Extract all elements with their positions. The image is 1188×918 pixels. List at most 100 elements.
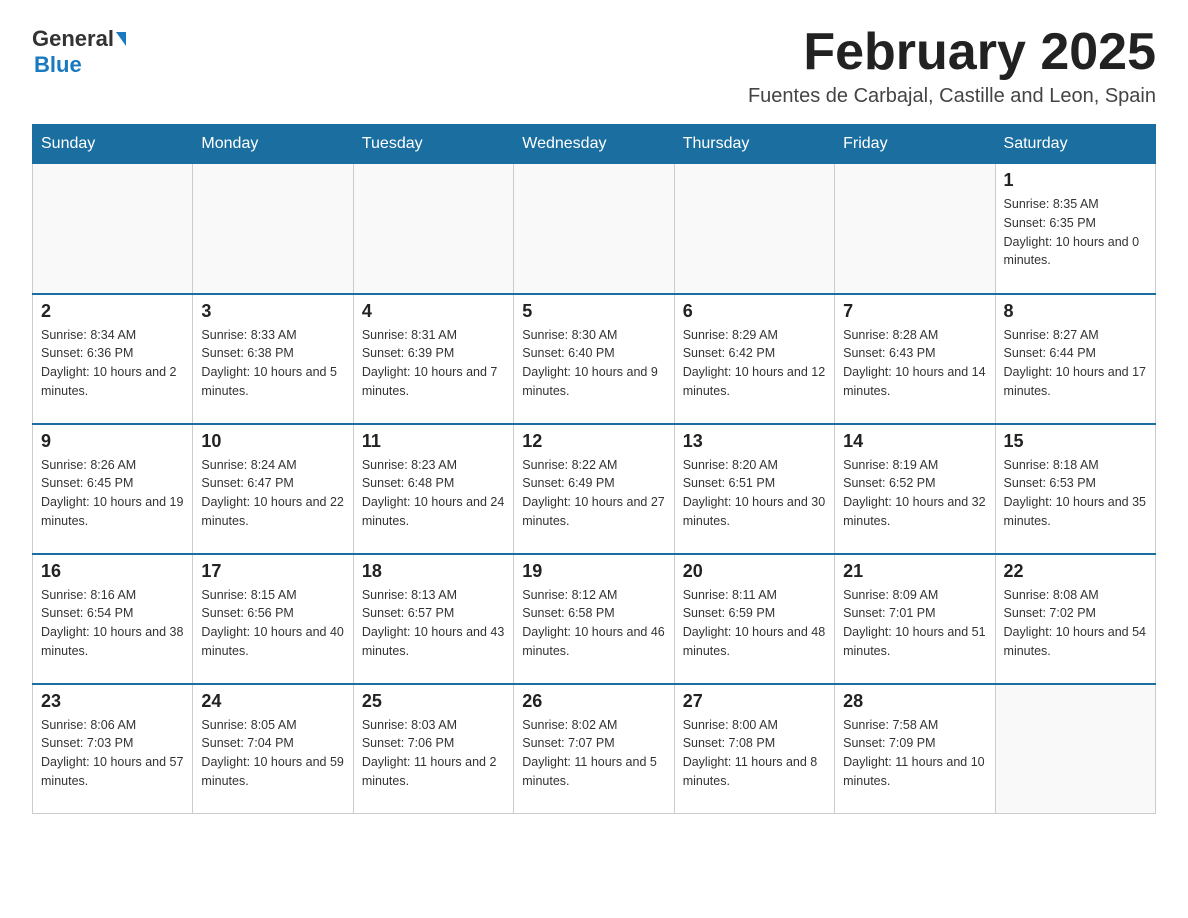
day-info: Sunrise: 8:16 AMSunset: 6:54 PMDaylight:… bbox=[41, 586, 184, 661]
day-info: Sunrise: 8:28 AMSunset: 6:43 PMDaylight:… bbox=[843, 326, 986, 401]
day-info: Sunrise: 7:58 AMSunset: 7:09 PMDaylight:… bbox=[843, 716, 986, 791]
column-header-tuesday: Tuesday bbox=[353, 125, 513, 164]
day-number: 8 bbox=[1004, 301, 1147, 322]
calendar-cell: 2 Sunrise: 8:34 AMSunset: 6:36 PMDaylight… bbox=[33, 294, 193, 424]
calendar-week-row: 9Sunrise: 8:26 AMSunset: 6:45 PMDaylight… bbox=[33, 424, 1156, 554]
day-info: Sunrise: 8:30 AMSunset: 6:40 PMDaylight:… bbox=[522, 326, 665, 401]
day-number: 16 bbox=[41, 561, 184, 582]
logo-arrow-icon bbox=[116, 32, 126, 46]
logo-blue: Blue bbox=[34, 52, 82, 78]
day-info: Sunrise: 8:12 AMSunset: 6:58 PMDaylight:… bbox=[522, 586, 665, 661]
day-info: Sunrise: 8:02 AMSunset: 7:07 PMDaylight:… bbox=[522, 716, 665, 791]
calendar-cell bbox=[514, 164, 674, 294]
day-info: Sunrise: 8:08 AMSunset: 7:02 PMDaylight:… bbox=[1004, 586, 1147, 661]
day-info: Sunrise: 8:11 AMSunset: 6:59 PMDaylight:… bbox=[683, 586, 826, 661]
location-title: Fuentes de Carbajal, Castille and Leon, … bbox=[748, 85, 1156, 108]
day-info: Sunrise: 8:22 AMSunset: 6:49 PMDaylight:… bbox=[522, 456, 665, 531]
day-number: 20 bbox=[683, 561, 826, 582]
calendar-cell: 7 Sunrise: 8:28 AMSunset: 6:43 PMDaylight… bbox=[835, 294, 995, 424]
column-header-sunday: Sunday bbox=[33, 125, 193, 164]
column-header-thursday: Thursday bbox=[674, 125, 834, 164]
day-info: Sunrise: 8:15 AMSunset: 6:56 PMDaylight:… bbox=[201, 586, 344, 661]
calendar-cell: 6Sunrise: 8:29 AMSunset: 6:42 PMDaylight… bbox=[674, 294, 834, 424]
calendar-cell: 27Sunrise: 8:00 AMSunset: 7:08 PMDayligh… bbox=[674, 684, 834, 814]
calendar-cell: 22Sunrise: 8:08 AMSunset: 7:02 PMDayligh… bbox=[995, 554, 1155, 684]
day-info: Sunrise: 8:31 AMSunset: 6:39 PMDaylight:… bbox=[362, 326, 505, 401]
calendar-cell: 26 Sunrise: 8:02 AMSunset: 7:07 PMDayligh… bbox=[514, 684, 674, 814]
calendar-cell: 21 Sunrise: 8:09 AMSunset: 7:01 PMDayligh… bbox=[835, 554, 995, 684]
day-info: Sunrise: 8:34 AMSunset: 6:36 PMDaylight:… bbox=[41, 326, 184, 401]
calendar-cell: 24Sunrise: 8:05 AMSunset: 7:04 PMDayligh… bbox=[193, 684, 353, 814]
day-number: 21 bbox=[843, 561, 986, 582]
day-number: 12 bbox=[522, 431, 665, 452]
column-header-saturday: Saturday bbox=[995, 125, 1155, 164]
day-number: 11 bbox=[362, 431, 505, 452]
calendar-cell: 9Sunrise: 8:26 AMSunset: 6:45 PMDaylight… bbox=[33, 424, 193, 554]
calendar-cell: 4 Sunrise: 8:31 AMSunset: 6:39 PMDaylight… bbox=[353, 294, 513, 424]
logo-general: General bbox=[32, 28, 114, 50]
calendar-cell: 20 Sunrise: 8:11 AMSunset: 6:59 PMDayligh… bbox=[674, 554, 834, 684]
day-info: Sunrise: 8:19 AMSunset: 6:52 PMDaylight:… bbox=[843, 456, 986, 531]
day-number: 2 bbox=[41, 301, 184, 322]
calendar-cell bbox=[835, 164, 995, 294]
calendar-cell bbox=[353, 164, 513, 294]
day-info: Sunrise: 8:35 AMSunset: 6:35 PMDaylight:… bbox=[1004, 195, 1147, 270]
calendar-week-row: 23 Sunrise: 8:06 AMSunset: 7:03 PMDayligh… bbox=[33, 684, 1156, 814]
calendar-cell: 3 Sunrise: 8:33 AMSunset: 6:38 PMDaylight… bbox=[193, 294, 353, 424]
day-number: 18 bbox=[362, 561, 505, 582]
calendar-cell: 17 Sunrise: 8:15 AMSunset: 6:56 PMDayligh… bbox=[193, 554, 353, 684]
column-header-monday: Monday bbox=[193, 125, 353, 164]
calendar-week-row: 1Sunrise: 8:35 AMSunset: 6:35 PMDaylight… bbox=[33, 164, 1156, 294]
day-info: Sunrise: 8:00 AMSunset: 7:08 PMDaylight:… bbox=[683, 716, 826, 791]
day-number: 23 bbox=[41, 691, 184, 712]
day-number: 3 bbox=[201, 301, 344, 322]
day-info: Sunrise: 8:06 AMSunset: 7:03 PMDaylight:… bbox=[41, 716, 184, 791]
calendar-week-row: 16 Sunrise: 8:16 AMSunset: 6:54 PMDayligh… bbox=[33, 554, 1156, 684]
calendar-header-row: SundayMondayTuesdayWednesdayThursdayFrid… bbox=[33, 125, 1156, 164]
day-info: Sunrise: 8:05 AMSunset: 7:04 PMDaylight:… bbox=[201, 716, 344, 791]
day-info: Sunrise: 8:33 AMSunset: 6:38 PMDaylight:… bbox=[201, 326, 344, 401]
day-info: Sunrise: 8:24 AMSunset: 6:47 PMDaylight:… bbox=[201, 456, 344, 531]
day-number: 13 bbox=[683, 431, 826, 452]
day-number: 19 bbox=[522, 561, 665, 582]
calendar-cell: 16 Sunrise: 8:16 AMSunset: 6:54 PMDayligh… bbox=[33, 554, 193, 684]
day-info: Sunrise: 8:18 AMSunset: 6:53 PMDaylight:… bbox=[1004, 456, 1147, 531]
logo: General Blue bbox=[32, 28, 126, 78]
day-info: Sunrise: 8:26 AMSunset: 6:45 PMDaylight:… bbox=[41, 456, 184, 531]
calendar-cell: 28 Sunrise: 7:58 AMSunset: 7:09 PMDayligh… bbox=[835, 684, 995, 814]
calendar-cell bbox=[674, 164, 834, 294]
calendar-cell: 11 Sunrise: 8:23 AMSunset: 6:48 PMDayligh… bbox=[353, 424, 513, 554]
column-header-wednesday: Wednesday bbox=[514, 125, 674, 164]
day-info: Sunrise: 8:09 AMSunset: 7:01 PMDaylight:… bbox=[843, 586, 986, 661]
day-number: 28 bbox=[843, 691, 986, 712]
calendar-cell: 10 Sunrise: 8:24 AMSunset: 6:47 PMDayligh… bbox=[193, 424, 353, 554]
day-number: 14 bbox=[843, 431, 986, 452]
calendar-cell: 25Sunrise: 8:03 AMSunset: 7:06 PMDayligh… bbox=[353, 684, 513, 814]
day-number: 15 bbox=[1004, 431, 1147, 452]
day-number: 7 bbox=[843, 301, 986, 322]
calendar-cell bbox=[995, 684, 1155, 814]
calendar-cell: 18Sunrise: 8:13 AMSunset: 6:57 PMDayligh… bbox=[353, 554, 513, 684]
day-number: 10 bbox=[201, 431, 344, 452]
calendar-cell: 5Sunrise: 8:30 AMSunset: 6:40 PMDaylight… bbox=[514, 294, 674, 424]
day-info: Sunrise: 8:27 AMSunset: 6:44 PMDaylight:… bbox=[1004, 326, 1147, 401]
month-title: February 2025 bbox=[748, 24, 1156, 81]
calendar-cell: 8 Sunrise: 8:27 AMSunset: 6:44 PMDaylight… bbox=[995, 294, 1155, 424]
day-number: 4 bbox=[362, 301, 505, 322]
day-info: Sunrise: 8:20 AMSunset: 6:51 PMDaylight:… bbox=[683, 456, 826, 531]
calendar-cell: 23 Sunrise: 8:06 AMSunset: 7:03 PMDayligh… bbox=[33, 684, 193, 814]
day-number: 26 bbox=[522, 691, 665, 712]
title-block: February 2025 Fuentes de Carbajal, Casti… bbox=[748, 24, 1156, 108]
calendar-cell: 14 Sunrise: 8:19 AMSunset: 6:52 PMDayligh… bbox=[835, 424, 995, 554]
day-info: Sunrise: 8:29 AMSunset: 6:42 PMDaylight:… bbox=[683, 326, 826, 401]
calendar-cell: 12 Sunrise: 8:22 AMSunset: 6:49 PMDayligh… bbox=[514, 424, 674, 554]
page-header: General Blue February 2025 Fuentes de Ca… bbox=[32, 24, 1156, 108]
day-info: Sunrise: 8:23 AMSunset: 6:48 PMDaylight:… bbox=[362, 456, 505, 531]
day-number: 25 bbox=[362, 691, 505, 712]
day-number: 17 bbox=[201, 561, 344, 582]
column-header-friday: Friday bbox=[835, 125, 995, 164]
calendar-cell: 13 Sunrise: 8:20 AMSunset: 6:51 PMDayligh… bbox=[674, 424, 834, 554]
calendar-week-row: 2 Sunrise: 8:34 AMSunset: 6:36 PMDaylight… bbox=[33, 294, 1156, 424]
calendar-cell: 15 Sunrise: 8:18 AMSunset: 6:53 PMDayligh… bbox=[995, 424, 1155, 554]
calendar-cell: 19 Sunrise: 8:12 AMSunset: 6:58 PMDayligh… bbox=[514, 554, 674, 684]
